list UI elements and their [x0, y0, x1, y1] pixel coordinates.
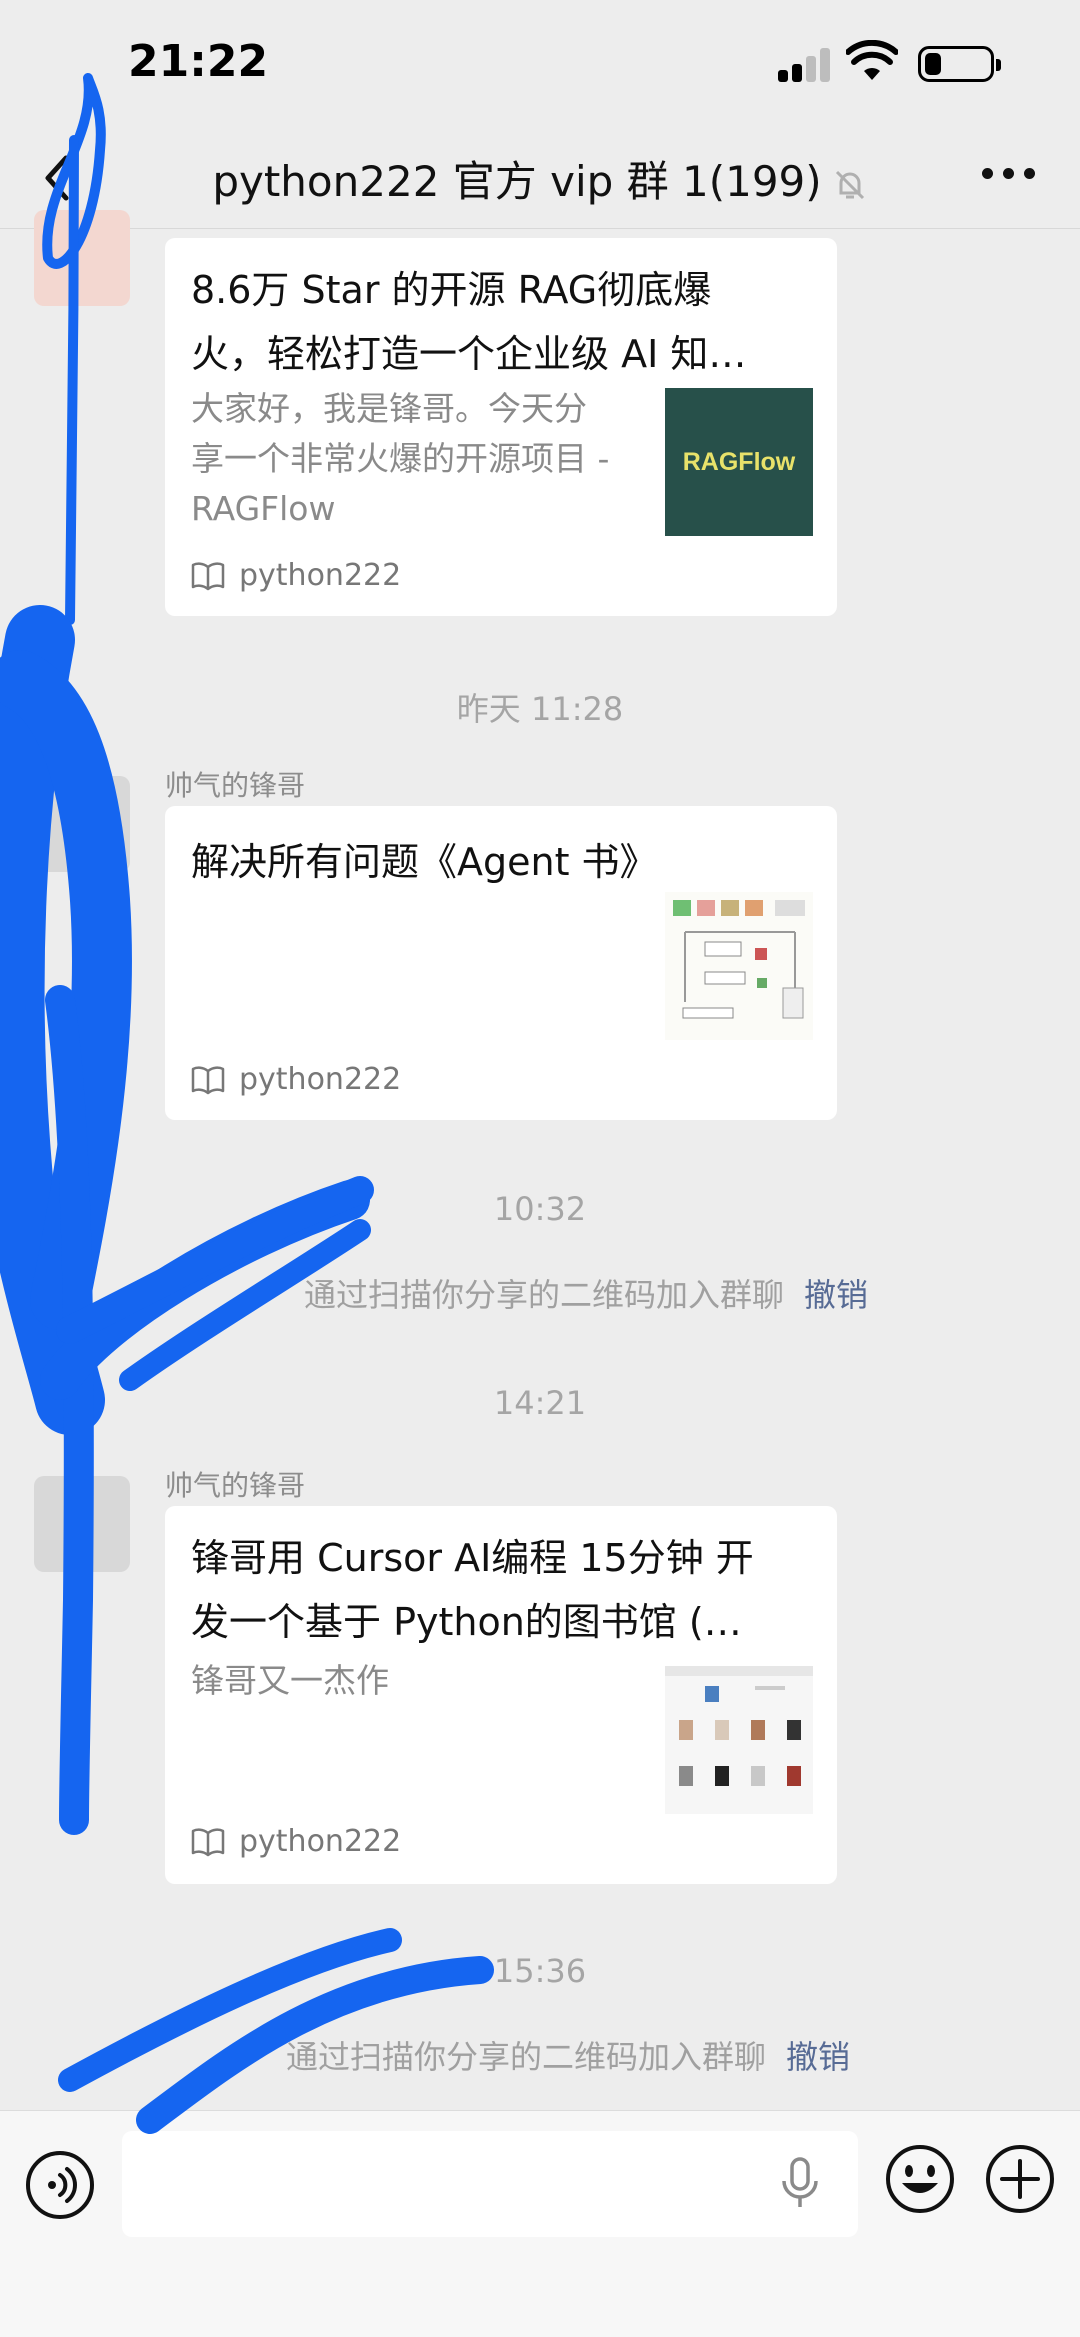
smiley-icon[interactable]: [884, 2143, 956, 2215]
timestamp: 昨天 11:28: [456, 690, 624, 728]
article-description: 锋哥又一杰作: [191, 1661, 389, 1700]
avatar[interactable]: [34, 210, 130, 306]
article-title: 锋哥用 Cursor AI编程 15分钟 开 发一个基于 Python的图书馆 …: [191, 1526, 811, 1654]
voice-icon[interactable]: [26, 2151, 94, 2219]
article-description: 大家好，我是锋哥。今天分 享一个非常火爆的开源项目 - RAGFlow: [191, 384, 609, 534]
input-bar: [0, 2110, 1080, 2337]
article-title-line: 8.6万 Star 的开源 RAG彻底爆: [191, 268, 712, 312]
book-icon: [191, 561, 225, 590]
article-thumbnail: RAGFlow: [665, 388, 813, 536]
status-bar: 21:22: [0, 0, 1080, 130]
timestamp: 10:32: [493, 1190, 587, 1228]
article-thumbnail: [665, 892, 813, 1040]
source-name: python222: [239, 1824, 402, 1859]
source-name: python222: [239, 1062, 402, 1097]
signal-icon: [778, 48, 834, 82]
article-title: 解决所有问题《Agent 书》: [191, 840, 658, 884]
ellipsis-icon[interactable]: [982, 168, 1036, 184]
system-message-text: 通过扫描你分享的二维码加入群聊: [304, 1276, 785, 1314]
article-source: python222: [191, 1824, 401, 1859]
sender-name: 帅气的锋哥: [165, 1469, 306, 1502]
revoke-link[interactable]: 撤销: [786, 2038, 850, 2076]
microphone-icon[interactable]: [780, 2157, 820, 2211]
revoke-link[interactable]: 撤销: [804, 1276, 868, 1314]
status-time: 21:22: [128, 36, 269, 87]
wifi-icon: [846, 40, 898, 80]
chat-title: python222 官方 vip 群 1(199): [0, 148, 1080, 209]
message-input[interactable]: [122, 2131, 858, 2237]
article-card[interactable]: 锋哥用 Cursor AI编程 15分钟 开 发一个基于 Python的图书馆 …: [165, 1506, 837, 1884]
article-card[interactable]: 8.6万 Star 的开源 RAG彻底爆 火，轻松打造一个企业级 AI 知… 大…: [165, 238, 837, 616]
thumbnail-text: RAGFlow: [682, 447, 796, 476]
article-description-line: 享一个非常火爆的开源项目 -: [191, 439, 610, 478]
battery-icon: [918, 46, 1001, 82]
timestamp: 15:36: [493, 1952, 587, 1990]
plus-circle-icon[interactable]: [984, 2143, 1056, 2215]
article-title-line: 发一个基于 Python的图书馆 (…: [191, 1600, 742, 1644]
article-description-line: RAGFlow: [191, 489, 336, 528]
book-icon: [191, 1827, 225, 1856]
timestamp: 14:21: [493, 1384, 587, 1422]
article-thumbnail: [665, 1666, 813, 1814]
bell-slash-icon: [835, 170, 864, 199]
article-title-line: 火，轻松打造一个企业级 AI 知…: [191, 332, 747, 376]
article-title-line: 锋哥用 Cursor AI编程 15分钟 开: [191, 1536, 754, 1580]
sender-name: 帅气的锋哥: [165, 769, 306, 802]
article-title: 8.6万 Star 的开源 RAG彻底爆 火，轻松打造一个企业级 AI 知…: [191, 258, 811, 386]
avatar[interactable]: [34, 776, 130, 872]
nav-bar: python222 官方 vip 群 1(199): [0, 130, 1080, 230]
article-source: python222: [191, 558, 401, 593]
book-icon: [191, 1065, 225, 1094]
source-name: python222: [239, 558, 402, 593]
system-message-text: 通过扫描你分享的二维码加入群聊: [286, 2038, 767, 2076]
diagram-thumbnail-icon: [673, 900, 805, 1019]
system-message: 通过扫描你分享的二维码加入群聊 撤销: [286, 2032, 850, 2078]
nav-divider: [0, 228, 1080, 229]
webpage-thumbnail-icon: [665, 1666, 813, 1786]
article-source: python222: [191, 1062, 401, 1097]
article-description-line: 大家好，我是锋哥。今天分: [191, 389, 587, 428]
chat-title-text: python222 官方 vip 群 1(199): [212, 157, 822, 206]
article-card[interactable]: 解决所有问题《Agent 书》 python222: [165, 806, 837, 1120]
avatar[interactable]: [34, 1476, 130, 1572]
system-message: 通过扫描你分享的二维码加入群聊 撤销: [304, 1270, 868, 1316]
